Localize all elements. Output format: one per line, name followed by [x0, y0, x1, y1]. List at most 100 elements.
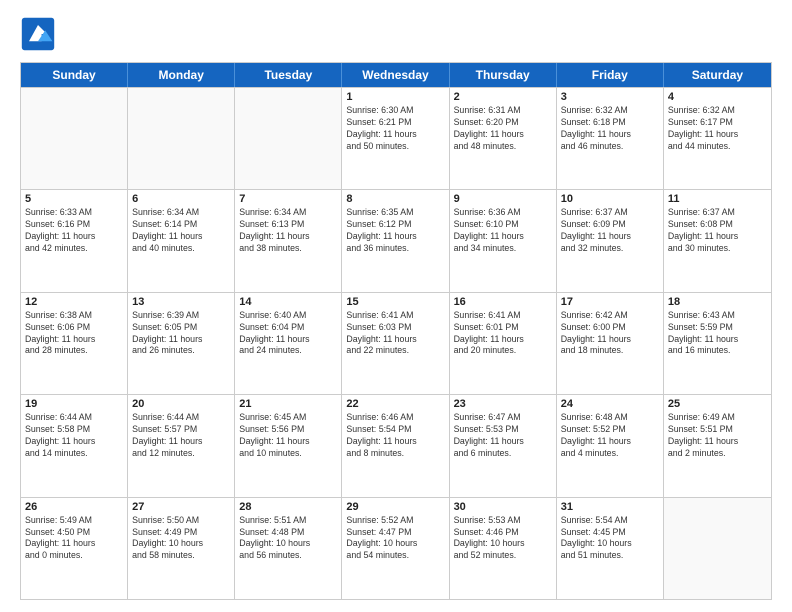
day-number: 6	[132, 193, 230, 205]
day-number: 20	[132, 398, 230, 410]
header-day-tuesday: Tuesday	[235, 63, 342, 87]
empty-cell-0-1	[128, 88, 235, 189]
day-cell-11: 11 Sunrise: 6:37 AM Sunset: 6:08 PM Dayli…	[664, 190, 771, 291]
day-number: 8	[346, 193, 444, 205]
day-info: Sunrise: 5:54 AM Sunset: 4:45 PM Dayligh…	[561, 515, 659, 563]
day-cell-31: 31 Sunrise: 5:54 AM Sunset: 4:45 PM Dayli…	[557, 498, 664, 599]
day-info: Sunrise: 6:45 AM Sunset: 5:56 PM Dayligh…	[239, 412, 337, 460]
header-day-thursday: Thursday	[450, 63, 557, 87]
day-info: Sunrise: 6:44 AM Sunset: 5:57 PM Dayligh…	[132, 412, 230, 460]
day-cell-25: 25Sunrise: 6:49 AM Sunset: 5:51 PM Dayli…	[664, 395, 771, 496]
day-info: Sunrise: 6:37 AM Sunset: 6:08 PM Dayligh…	[668, 207, 767, 255]
week-row-4: 26 Sunrise: 5:49 AM Sunset: 4:50 PM Dayli…	[21, 497, 771, 599]
calendar-header: SundayMondayTuesdayWednesdayThursdayFrid…	[21, 63, 771, 87]
day-number: 13	[132, 296, 230, 308]
day-info: Sunrise: 6:30 AM Sunset: 6:21 PM Dayligh…	[346, 105, 444, 153]
day-number: 19	[25, 398, 123, 410]
day-number: 12	[25, 296, 123, 308]
calendar: SundayMondayTuesdayWednesdayThursdayFrid…	[20, 62, 772, 600]
day-cell-5: 5Sunrise: 6:33 AM Sunset: 6:16 PM Daylig…	[21, 190, 128, 291]
day-number: 3	[561, 91, 659, 103]
day-cell-7: 7 Sunrise: 6:34 AM Sunset: 6:13 PM Daylig…	[235, 190, 342, 291]
logo	[20, 16, 60, 52]
day-info: Sunrise: 6:41 AM Sunset: 6:01 PM Dayligh…	[454, 310, 552, 358]
day-info: Sunrise: 6:32 AM Sunset: 6:17 PM Dayligh…	[668, 105, 767, 153]
header-day-sunday: Sunday	[21, 63, 128, 87]
week-row-0: 1 Sunrise: 6:30 AM Sunset: 6:21 PM Daylig…	[21, 87, 771, 189]
day-cell-22: 22Sunrise: 6:46 AM Sunset: 5:54 PM Dayli…	[342, 395, 449, 496]
day-info: Sunrise: 6:32 AM Sunset: 6:18 PM Dayligh…	[561, 105, 659, 153]
day-number: 18	[668, 296, 767, 308]
day-cell-29: 29 Sunrise: 5:52 AM Sunset: 4:47 PM Dayli…	[342, 498, 449, 599]
day-number: 23	[454, 398, 552, 410]
day-cell-15: 15 Sunrise: 6:41 AM Sunset: 6:03 PM Dayli…	[342, 293, 449, 394]
day-cell-6: 6 Sunrise: 6:34 AM Sunset: 6:14 PM Daylig…	[128, 190, 235, 291]
day-cell-18: 18Sunrise: 6:43 AM Sunset: 5:59 PM Dayli…	[664, 293, 771, 394]
day-number: 21	[239, 398, 337, 410]
day-number: 16	[454, 296, 552, 308]
day-cell-27: 27 Sunrise: 5:50 AM Sunset: 4:49 PM Dayli…	[128, 498, 235, 599]
day-info: Sunrise: 6:48 AM Sunset: 5:52 PM Dayligh…	[561, 412, 659, 460]
day-number: 1	[346, 91, 444, 103]
day-info: Sunrise: 6:44 AM Sunset: 5:58 PM Dayligh…	[25, 412, 123, 460]
day-cell-21: 21 Sunrise: 6:45 AM Sunset: 5:56 PM Dayli…	[235, 395, 342, 496]
day-cell-14: 14Sunrise: 6:40 AM Sunset: 6:04 PM Dayli…	[235, 293, 342, 394]
day-cell-24: 24 Sunrise: 6:48 AM Sunset: 5:52 PM Dayli…	[557, 395, 664, 496]
day-info: Sunrise: 6:36 AM Sunset: 6:10 PM Dayligh…	[454, 207, 552, 255]
day-cell-12: 12 Sunrise: 6:38 AM Sunset: 6:06 PM Dayli…	[21, 293, 128, 394]
day-number: 31	[561, 501, 659, 513]
week-row-1: 5Sunrise: 6:33 AM Sunset: 6:16 PM Daylig…	[21, 189, 771, 291]
day-number: 7	[239, 193, 337, 205]
day-cell-10: 10 Sunrise: 6:37 AM Sunset: 6:09 PM Dayli…	[557, 190, 664, 291]
day-cell-4: 4Sunrise: 6:32 AM Sunset: 6:17 PM Daylig…	[664, 88, 771, 189]
header-day-wednesday: Wednesday	[342, 63, 449, 87]
day-number: 28	[239, 501, 337, 513]
day-number: 10	[561, 193, 659, 205]
empty-cell-0-2	[235, 88, 342, 189]
day-cell-28: 28 Sunrise: 5:51 AM Sunset: 4:48 PM Dayli…	[235, 498, 342, 599]
empty-cell-4-6	[664, 498, 771, 599]
day-info: Sunrise: 6:46 AM Sunset: 5:54 PM Dayligh…	[346, 412, 444, 460]
week-row-3: 19 Sunrise: 6:44 AM Sunset: 5:58 PM Dayli…	[21, 394, 771, 496]
empty-cell-0-0	[21, 88, 128, 189]
day-info: Sunrise: 6:39 AM Sunset: 6:05 PM Dayligh…	[132, 310, 230, 358]
day-cell-19: 19 Sunrise: 6:44 AM Sunset: 5:58 PM Dayli…	[21, 395, 128, 496]
page: SundayMondayTuesdayWednesdayThursdayFrid…	[0, 0, 792, 612]
day-number: 27	[132, 501, 230, 513]
day-cell-26: 26 Sunrise: 5:49 AM Sunset: 4:50 PM Dayli…	[21, 498, 128, 599]
day-info: Sunrise: 5:51 AM Sunset: 4:48 PM Dayligh…	[239, 515, 337, 563]
day-number: 17	[561, 296, 659, 308]
header-day-monday: Monday	[128, 63, 235, 87]
day-info: Sunrise: 6:34 AM Sunset: 6:14 PM Dayligh…	[132, 207, 230, 255]
day-cell-20: 20 Sunrise: 6:44 AM Sunset: 5:57 PM Dayli…	[128, 395, 235, 496]
logo-icon	[20, 16, 56, 52]
day-number: 9	[454, 193, 552, 205]
day-cell-3: 3 Sunrise: 6:32 AM Sunset: 6:18 PM Daylig…	[557, 88, 664, 189]
day-info: Sunrise: 6:31 AM Sunset: 6:20 PM Dayligh…	[454, 105, 552, 153]
day-cell-16: 16 Sunrise: 6:41 AM Sunset: 6:01 PM Dayli…	[450, 293, 557, 394]
day-info: Sunrise: 5:49 AM Sunset: 4:50 PM Dayligh…	[25, 515, 123, 563]
calendar-body: 1 Sunrise: 6:30 AM Sunset: 6:21 PM Daylig…	[21, 87, 771, 599]
day-info: Sunrise: 5:53 AM Sunset: 4:46 PM Dayligh…	[454, 515, 552, 563]
day-cell-8: 8 Sunrise: 6:35 AM Sunset: 6:12 PM Daylig…	[342, 190, 449, 291]
day-info: Sunrise: 6:38 AM Sunset: 6:06 PM Dayligh…	[25, 310, 123, 358]
day-cell-2: 2Sunrise: 6:31 AM Sunset: 6:20 PM Daylig…	[450, 88, 557, 189]
day-cell-23: 23Sunrise: 6:47 AM Sunset: 5:53 PM Dayli…	[450, 395, 557, 496]
day-number: 30	[454, 501, 552, 513]
day-number: 15	[346, 296, 444, 308]
header-day-friday: Friday	[557, 63, 664, 87]
day-number: 11	[668, 193, 767, 205]
day-info: Sunrise: 6:37 AM Sunset: 6:09 PM Dayligh…	[561, 207, 659, 255]
day-cell-17: 17Sunrise: 6:42 AM Sunset: 6:00 PM Dayli…	[557, 293, 664, 394]
day-number: 26	[25, 501, 123, 513]
day-info: Sunrise: 6:35 AM Sunset: 6:12 PM Dayligh…	[346, 207, 444, 255]
day-cell-1: 1 Sunrise: 6:30 AM Sunset: 6:21 PM Daylig…	[342, 88, 449, 189]
day-info: Sunrise: 6:41 AM Sunset: 6:03 PM Dayligh…	[346, 310, 444, 358]
day-cell-30: 30 Sunrise: 5:53 AM Sunset: 4:46 PM Dayli…	[450, 498, 557, 599]
day-info: Sunrise: 6:34 AM Sunset: 6:13 PM Dayligh…	[239, 207, 337, 255]
day-info: Sunrise: 6:40 AM Sunset: 6:04 PM Dayligh…	[239, 310, 337, 358]
day-info: Sunrise: 5:52 AM Sunset: 4:47 PM Dayligh…	[346, 515, 444, 563]
day-info: Sunrise: 5:50 AM Sunset: 4:49 PM Dayligh…	[132, 515, 230, 563]
day-number: 29	[346, 501, 444, 513]
day-number: 24	[561, 398, 659, 410]
